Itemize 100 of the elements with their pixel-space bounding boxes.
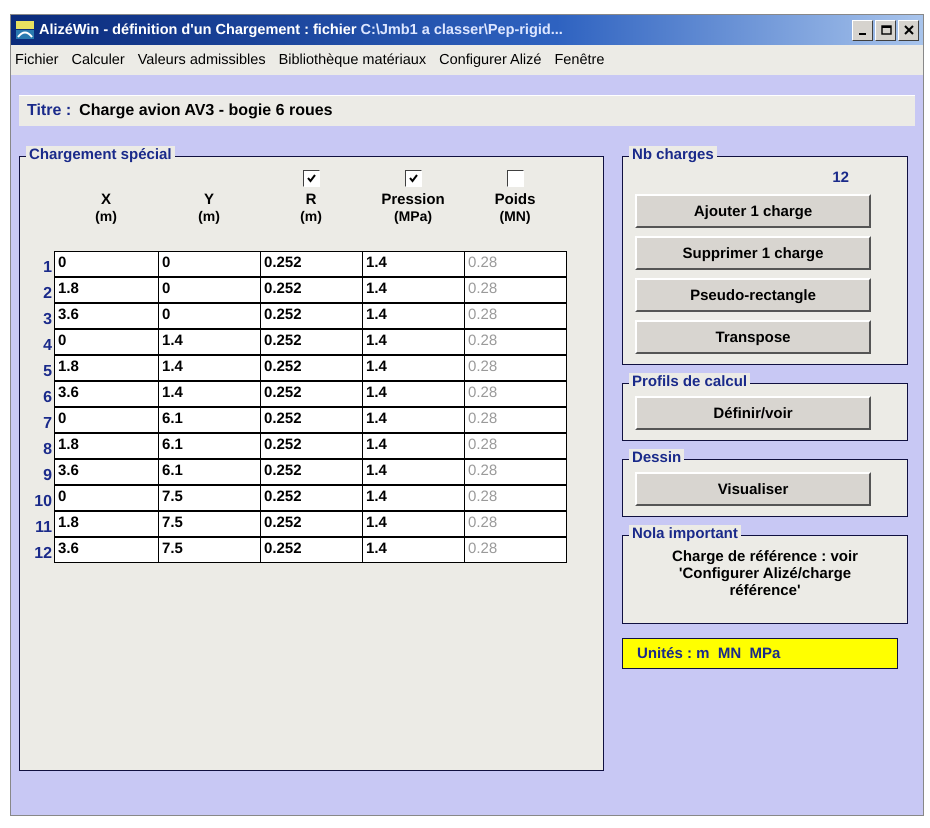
charge-count: 12 (831, 169, 850, 186)
row-number: 11 (34, 518, 53, 537)
menu-item[interactable]: Bibliothèque matériaux (278, 52, 426, 68)
column-unit: (m) (300, 208, 322, 224)
window-title: AlizéWin - définition d'un Chargement : fichier C:\Jmb1 a classer\Pep-rigid... (39, 22, 564, 38)
input-field[interactable]: 0.252 (260, 303, 363, 329)
row-number: 7 (42, 414, 53, 433)
input-field[interactable]: 0.252 (260, 485, 363, 511)
input-field[interactable]: 1.4 (362, 407, 465, 433)
column-header: Pression (381, 191, 445, 208)
row-number: 2 (42, 284, 53, 303)
input-field[interactable]: 1.4 (362, 537, 465, 563)
input-field[interactable]: 1.8 (54, 355, 159, 381)
input-field[interactable]: 0.252 (260, 381, 363, 407)
input-field[interactable]: 3.6 (54, 303, 159, 329)
menu-item[interactable]: Fenêtre (554, 52, 604, 68)
action-button[interactable]: Visualiser (635, 472, 871, 506)
input-field[interactable]: 1.4 (362, 485, 465, 511)
row-number: 1 (42, 258, 53, 277)
row-number: 12 (33, 544, 53, 563)
check-icon (408, 172, 418, 184)
column-header: R (306, 191, 316, 208)
input-field[interactable]: 1.4 (158, 355, 261, 381)
checkbox[interactable] (506, 170, 524, 186)
group-title: Nola important (629, 525, 741, 542)
input-field[interactable]: 1.4 (362, 277, 465, 303)
group-title: Chargement spécial (26, 146, 175, 163)
action-button[interactable]: Pseudo-rectangle (635, 278, 871, 312)
action-button[interactable]: Transpose (635, 320, 871, 354)
row-number: 8 (42, 440, 53, 459)
input-field[interactable]: 1.4 (158, 381, 261, 407)
input-field[interactable]: 1.4 (362, 251, 465, 277)
column-unit: (MN) (499, 208, 531, 224)
input-field[interactable]: 0 (54, 485, 159, 511)
input-field[interactable]: 0.252 (260, 511, 363, 537)
action-button[interactable]: Définir/voir (635, 396, 871, 430)
minimize-button[interactable] (852, 20, 873, 40)
input-field[interactable]: 7.5 (158, 511, 261, 537)
note-text: Charge de référence : voir 'Configurer Alizé/charge référence' (671, 548, 859, 601)
row-number: 9 (42, 466, 53, 485)
checkbox[interactable] (302, 170, 320, 186)
column-unit: (m) (95, 208, 117, 224)
input-field[interactable]: 1.4 (362, 433, 465, 459)
menu-item[interactable]: Calculer (72, 52, 125, 68)
input-field[interactable]: 0.252 (260, 407, 363, 433)
title-value: Charge avion AV3 - bogie 6 roues (79, 102, 333, 120)
column-header: Poids (494, 191, 536, 208)
row-number: 5 (42, 362, 53, 381)
input-field[interactable]: 0.252 (260, 537, 363, 563)
maximize-icon (878, 23, 892, 37)
row-number: 10 (33, 492, 53, 511)
input-field[interactable]: 6.1 (158, 433, 261, 459)
input-field[interactable]: 6.1 (158, 459, 261, 485)
input-field[interactable]: 1.4 (362, 329, 465, 355)
row-number: 3 (42, 310, 53, 329)
input-field[interactable]: 1.4 (362, 459, 465, 485)
action-button[interactable]: Ajouter 1 charge (635, 194, 871, 228)
row-number: 4 (42, 336, 53, 355)
input-field[interactable]: 1.4 (362, 511, 465, 537)
title-label: Titre : (27, 102, 72, 120)
input-field[interactable]: 7.5 (158, 537, 261, 563)
column-unit: (MPa) (394, 208, 432, 224)
input-field[interactable]: 0.252 (260, 277, 363, 303)
menu-item[interactable]: Fichier (15, 52, 59, 68)
group-title: Nb charges (629, 146, 717, 163)
input-field[interactable]: 1.8 (54, 277, 159, 303)
input-field[interactable]: 6.1 (158, 407, 261, 433)
input-field[interactable]: 1.4 (362, 355, 465, 381)
row-number: 6 (42, 388, 53, 407)
input-field[interactable]: 3.6 (54, 381, 159, 407)
input-field[interactable]: 3.6 (54, 459, 159, 485)
input-field[interactable]: 1.4 (362, 303, 465, 329)
input-field[interactable]: 3.6 (54, 537, 159, 563)
menu-item[interactable]: Configurer Alizé (439, 52, 542, 68)
input-field[interactable]: 0.252 (260, 329, 363, 355)
input-field[interactable]: 0 (54, 251, 159, 277)
column-header: X (100, 191, 111, 208)
input-field[interactable]: 0.252 (260, 459, 363, 485)
input-field[interactable]: 0 (54, 407, 159, 433)
input-field[interactable]: 0.252 (260, 251, 363, 277)
maximize-button[interactable] (875, 20, 896, 40)
checkbox[interactable] (404, 170, 422, 186)
minimize-icon (859, 33, 866, 35)
input-field[interactable]: 1.8 (54, 511, 159, 537)
input-field[interactable]: 0.252 (260, 433, 363, 459)
column-unit: (m) (198, 208, 220, 224)
menu-item[interactable]: Valeurs admissibles (138, 52, 266, 68)
input-field[interactable]: 0 (158, 277, 261, 303)
input-field[interactable]: 0.252 (260, 355, 363, 381)
action-button[interactable]: Supprimer 1 charge (635, 236, 871, 270)
input-field[interactable]: 7.5 (158, 485, 261, 511)
input-field[interactable]: 0 (54, 329, 159, 355)
check-icon (306, 172, 316, 184)
input-field[interactable]: 1.8 (54, 433, 159, 459)
input-field[interactable]: 1.4 (158, 329, 261, 355)
input-field[interactable]: 0 (158, 251, 261, 277)
close-button[interactable] (898, 20, 919, 40)
input-field[interactable]: 1.4 (362, 381, 465, 407)
input-field[interactable]: 0 (158, 303, 261, 329)
app-icon (15, 20, 35, 40)
